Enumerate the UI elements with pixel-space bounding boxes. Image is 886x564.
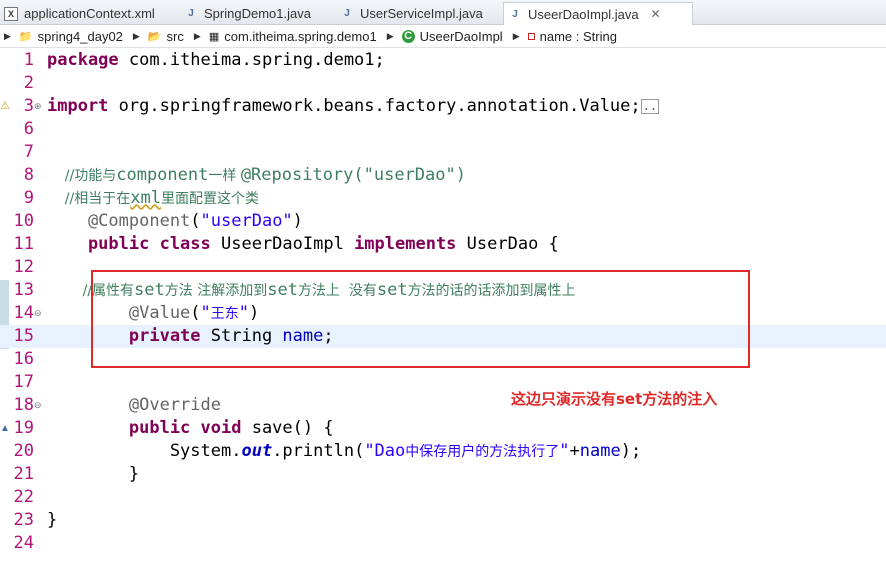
chevron-right-icon[interactable]: ▶ <box>194 31 201 42</box>
line-number: 16 <box>13 349 34 369</box>
line-number: 1 <box>23 50 34 70</box>
fold-expand-icon[interactable]: ⊕ <box>34 95 42 118</box>
chevron-right-icon[interactable]: ▶ <box>513 31 520 42</box>
line-number: 6 <box>23 119 34 139</box>
line-number: 20 <box>13 441 34 461</box>
editor-tab-bar: X applicationContext.xml J SpringDemo1.j… <box>0 0 886 25</box>
line-number: 8 <box>23 165 34 185</box>
line-number: 21 <box>13 464 34 484</box>
chevron-right-icon[interactable]: ▶ <box>4 31 11 42</box>
chevron-right-icon[interactable]: ▶ <box>387 31 394 42</box>
private-field-icon <box>527 32 535 40</box>
line-number: 14 <box>13 303 34 323</box>
code-line: @Override <box>47 395 221 415</box>
chevron-right-icon[interactable]: ▶ <box>133 31 140 42</box>
code-line: import org.springframework.beans.factory… <box>47 96 660 116</box>
folded-imports-button[interactable]: .. <box>640 98 660 114</box>
line-number: 15 <box>13 326 34 346</box>
line-number: 22 <box>13 487 34 507</box>
breadcrumb-package[interactable]: ▦ com.itheima.spring.demo1 <box>209 29 377 44</box>
tab-label: SpringDemo1.java <box>204 6 311 21</box>
highlight-box <box>91 270 750 368</box>
code-line: @Component("userDao") <box>47 211 303 231</box>
breadcrumb-label: com.itheima.spring.demo1 <box>224 28 377 44</box>
breadcrumb-src[interactable]: 📂 src <box>148 29 184 44</box>
line-number: 23 <box>13 510 34 530</box>
line-number: 17 <box>13 372 34 392</box>
override-indicator-icon[interactable]: ▲ <box>0 417 10 440</box>
source-folder-icon: 📂 <box>147 30 162 43</box>
breadcrumb-label: name : String <box>539 28 617 44</box>
breadcrumb-field[interactable]: name : String <box>527 28 617 44</box>
class-icon: C <box>401 29 415 43</box>
tab-label: UseerDaoImpl.java <box>528 6 639 22</box>
line-number: 11 <box>13 234 34 254</box>
java-file-icon: J <box>188 8 194 19</box>
code-line: } <box>47 510 58 530</box>
tab-useer-dao-impl-java[interactable]: J UseerDaoImpl.java ✕ <box>503 2 693 25</box>
breadcrumb-class[interactable]: C UseerDaoImpl <box>401 28 503 44</box>
line-number: 18 <box>13 395 34 415</box>
code-line: public class UseerDaoImpl implements Use… <box>47 234 559 254</box>
line-number: 2 <box>23 73 34 93</box>
project-icon: 📁 <box>18 30 33 43</box>
breadcrumb-label: src <box>166 28 184 44</box>
tab-label: UserServiceImpl.java <box>360 6 483 21</box>
fold-collapse-icon[interactable]: ⊖ <box>34 302 42 325</box>
tab-spring-demo1-java[interactable]: J SpringDemo1.java <box>180 2 332 25</box>
code-line: public void save() { <box>47 418 334 438</box>
java-file-icon: J <box>512 8 518 20</box>
package-icon: ▦ <box>208 30 220 43</box>
line-number: 12 <box>13 257 34 277</box>
code-line: System.out.println("Dao中保存用户的方法执行了"+name… <box>47 441 642 461</box>
code-line: //相当于在xml里面配置这个类 <box>47 188 259 208</box>
line-number: 7 <box>23 142 34 162</box>
code-editor[interactable]: 1 2 3 6 7 8 9 10 11 12 13 14 15 16 17 18… <box>0 48 886 564</box>
code-line: //功能与component一样 @Repository("userDao") <box>47 165 466 185</box>
fold-collapse-icon[interactable]: ⊖ <box>34 394 42 417</box>
warning-icon[interactable]: ⚠ <box>0 95 10 118</box>
tab-label: applicationContext.xml <box>24 6 155 21</box>
tab-user-service-impl-java[interactable]: J UserServiceImpl.java <box>336 2 500 25</box>
xml-file-icon: X <box>4 6 18 21</box>
breadcrumb: ▶ 📁 spring4_day02 ▶ 📂 src ▶ ▦ com.itheim… <box>0 25 886 48</box>
tab-application-context-xml[interactable]: X applicationContext.xml <box>0 2 176 25</box>
line-number: 24 <box>13 533 34 553</box>
code-line: package com.itheima.spring.demo1; <box>47 50 385 70</box>
java-file-icon: J <box>344 8 350 19</box>
breadcrumb-label: spring4_day02 <box>37 28 123 44</box>
close-icon[interactable]: ✕ <box>651 7 661 21</box>
line-number: 10 <box>13 211 34 231</box>
line-number: 13 <box>13 280 34 300</box>
breadcrumb-project[interactable]: 📁 spring4_day02 <box>19 29 123 44</box>
annotation-note: 这边只演示没有set方法的注入 <box>511 390 718 408</box>
breadcrumb-label: UseerDaoImpl <box>419 28 503 44</box>
line-number: 9 <box>23 188 34 208</box>
code-line: } <box>47 464 140 484</box>
